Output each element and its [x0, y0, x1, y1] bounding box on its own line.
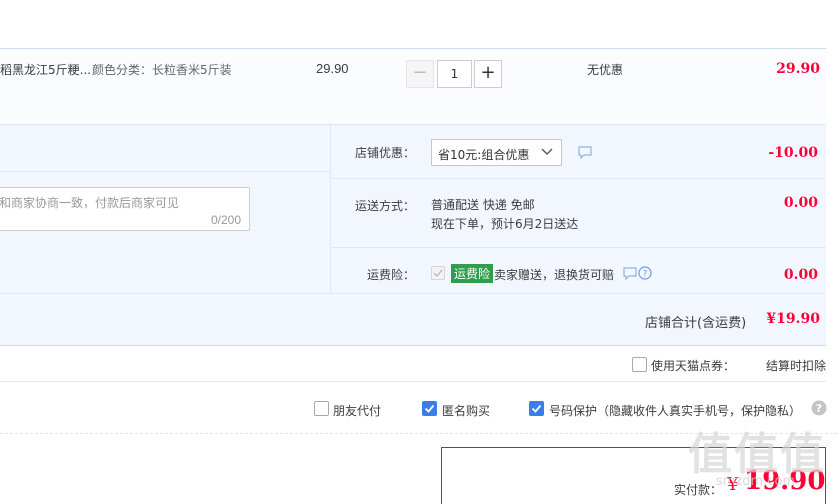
- item-subtotal: 29.90: [776, 61, 820, 77]
- item-promotion: 无优惠: [587, 63, 624, 77]
- shop-total-label: 店铺合计(含运费): [645, 316, 747, 331]
- shop-discount-label: 店铺优惠：: [355, 146, 416, 160]
- memo-placeholder: 和商家协商一致，付款后商家可见: [0, 196, 180, 210]
- points-note: 结算时扣除: [766, 359, 827, 373]
- watermark-url: smzdm.com: [716, 474, 796, 489]
- shipping-method: 普通配送 快递 免邮: [431, 198, 535, 212]
- memo-char-counter: 0/200: [210, 213, 241, 227]
- phone-protect-label: 号码保护（隐藏收件人真实手机号，保护隐私）: [549, 404, 802, 418]
- item-title[interactable]: 稻黑龙江5斤粳...: [0, 61, 91, 78]
- quantity-decrease-button[interactable]: −: [406, 60, 434, 88]
- use-points-label: 使用天猫点券：: [651, 359, 736, 373]
- shop-discount-select[interactable]: 省10元:组合优惠: [431, 139, 562, 166]
- quantity-increase-button[interactable]: +: [474, 60, 502, 88]
- divider: [0, 293, 826, 294]
- buyer-memo-textarea[interactable]: 和商家协商一致，付款后商家可见 0/200: [0, 187, 250, 231]
- points-row: 使用天猫点券： 结算时扣除: [0, 346, 826, 382]
- watermark-logo: 值值值: [688, 429, 826, 480]
- svg-text:?: ?: [816, 402, 822, 415]
- chevron-down-icon: [541, 144, 553, 163]
- friend-pay-label: 朋友代付: [333, 404, 382, 418]
- svg-text:?: ?: [643, 270, 648, 280]
- payment-label: 实付款：: [674, 483, 723, 497]
- help-icon[interactable]: ?: [638, 266, 652, 283]
- chat-icon[interactable]: [578, 146, 592, 162]
- chat-icon[interactable]: [623, 267, 637, 283]
- shop-total-value: ¥19.90: [766, 311, 820, 327]
- divider: [330, 125, 331, 293]
- shop-discount-amount: -10.00: [768, 145, 818, 161]
- shipping-label: 运送方式：: [355, 199, 416, 213]
- shipping-fee: 0.00: [783, 195, 818, 211]
- item-unit-price: 29.90: [316, 61, 349, 76]
- insurance-fee: 0.00: [783, 267, 818, 283]
- item-sku: 颜色分类：长粒香米5斤装: [92, 63, 232, 77]
- insurance-text: 卖家赠送，退换货可赔: [494, 268, 615, 282]
- divider: [0, 171, 330, 172]
- shop-summary-panel: 和商家协商一致，付款后商家可见 0/200 店铺优惠： 省10元:组合优惠 -1…: [0, 124, 826, 346]
- anonymous-checkbox[interactable]: [422, 401, 437, 416]
- insurance-checkbox[interactable]: [431, 266, 445, 280]
- divider: [331, 247, 826, 248]
- shipping-eta: 现在下单，预计6月2日送达: [431, 217, 579, 231]
- insurance-badge: 运费险: [451, 264, 494, 283]
- friend-pay-checkbox[interactable]: [314, 401, 329, 416]
- shop-discount-selected: 省10元:组合优惠: [438, 148, 530, 162]
- cart-item-row: 稻黑龙江5斤粳... 颜色分类：长粒香米5斤装 29.90 − 1 + 无优惠 …: [0, 48, 826, 124]
- quantity-input[interactable]: 1: [437, 60, 472, 88]
- insurance-label: 运费险：: [367, 268, 416, 282]
- divider: [331, 178, 826, 179]
- help-icon[interactable]: ?: [811, 400, 827, 419]
- phone-protect-checkbox[interactable]: [529, 401, 544, 416]
- use-points-checkbox[interactable]: [632, 357, 647, 372]
- anonymous-label: 匿名购买: [442, 404, 491, 418]
